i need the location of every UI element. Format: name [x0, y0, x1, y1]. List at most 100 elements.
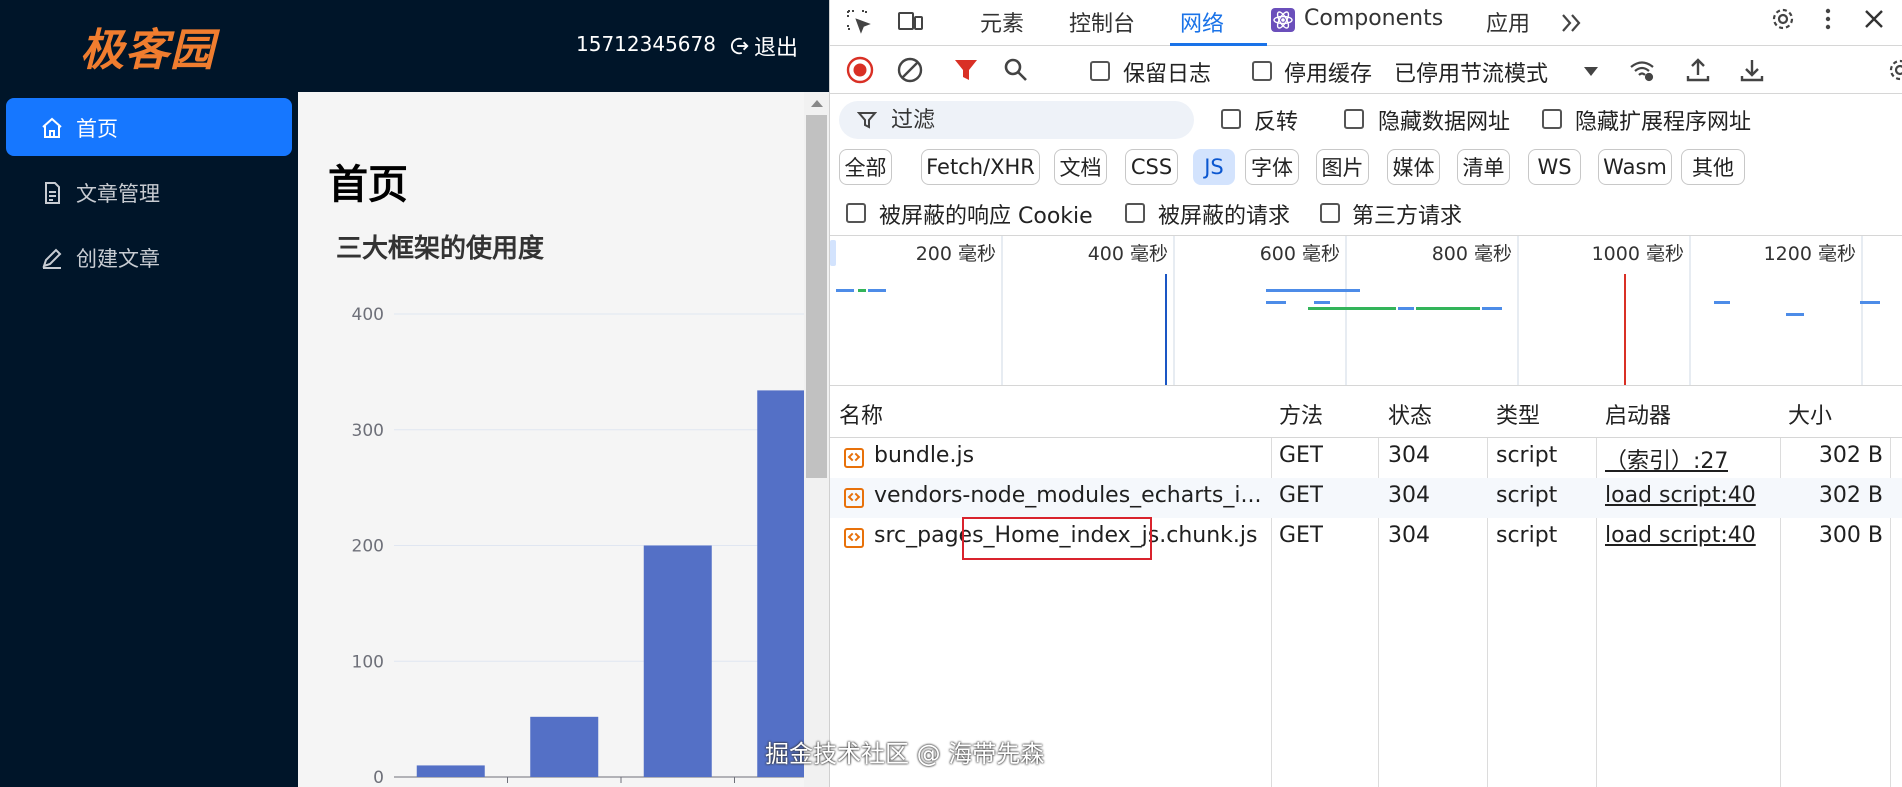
invert-label: 反转: [1254, 110, 1299, 135]
timeline-label: 800 毫秒: [1432, 243, 1512, 265]
request-type: script: [1496, 483, 1558, 508]
type-filter-font[interactable]: 字体: [1245, 149, 1299, 185]
sidebar-item-label: 文章管理: [76, 182, 160, 206]
type-filter-other[interactable]: 其他: [1681, 149, 1745, 185]
request-name: bundle.js: [874, 443, 975, 468]
column-header-status[interactable]: 状态: [1388, 398, 1432, 430]
filter-box[interactable]: [839, 101, 1194, 139]
throttling-dropdown-arrow-icon[interactable]: [1584, 67, 1598, 76]
timeline-label: 200 毫秒: [916, 243, 996, 265]
invert-checkbox[interactable]: [1221, 109, 1241, 129]
request-status: 304: [1388, 523, 1430, 548]
disable-cache-checkbox[interactable]: [1252, 61, 1272, 81]
y-tick-label: 300: [352, 421, 384, 441]
throttling-select[interactable]: 已停用节流模式: [1394, 56, 1548, 88]
column-header-initiator[interactable]: 启动器: [1605, 398, 1671, 430]
hide-extension-urls-label: 隐藏扩展程序网址: [1575, 110, 1752, 135]
hide-data-urls-checkbox[interactable]: [1344, 109, 1364, 129]
sidebar: 首页 文章管理 创建文章: [0, 92, 298, 787]
type-filter-manifest[interactable]: 清单: [1457, 149, 1510, 185]
app-window: 极客园 15712345678 退出 首页 文章管理 创建文章 首页 三大框架的…: [0, 0, 829, 787]
import-har-icon[interactable]: [1684, 56, 1712, 84]
filter-funnel-icon[interactable]: [952, 56, 980, 84]
request-initiator-link[interactable]: load script:40: [1605, 483, 1756, 508]
request-initiator-link[interactable]: （索引）:27: [1605, 443, 1728, 475]
table-header: 名称 方法 状态 类型 启动器 大小: [830, 386, 1902, 438]
tab-network[interactable]: 网络: [1180, 6, 1224, 38]
scroll-up-arrow-icon[interactable]: [811, 100, 823, 107]
type-filter-ws[interactable]: WS: [1528, 149, 1581, 185]
type-filter-css[interactable]: CSS: [1125, 149, 1178, 185]
request-type: script: [1496, 443, 1558, 468]
app-logo[interactable]: 极客园: [80, 14, 215, 78]
type-filter-media[interactable]: 媒体: [1387, 149, 1440, 185]
preserve-log-checkbox[interactable]: [1090, 61, 1110, 81]
timeline-label: 1000 毫秒: [1592, 243, 1684, 265]
tab-elements[interactable]: 元素: [980, 6, 1024, 38]
timeline-selection-handle[interactable]: [830, 240, 836, 266]
type-filter-fetch-xhr[interactable]: Fetch/XHR: [921, 149, 1040, 185]
type-filter-img[interactable]: 图片: [1316, 149, 1369, 185]
blocked-requests-checkbox[interactable]: [1125, 203, 1145, 223]
chart-bar[interactable]: [416, 765, 485, 777]
logout-label: 退出: [754, 36, 799, 61]
network-timeline-overview[interactable]: 200 毫秒 400 毫秒 600 毫秒 800 毫秒 1000 毫秒 1200…: [830, 236, 1902, 386]
type-filter-all[interactable]: 全部: [839, 149, 892, 185]
third-party-checkbox[interactable]: [1320, 203, 1340, 223]
main-content: 首页 三大框架的使用度 0 100 200 300 400: [298, 92, 804, 787]
settings-gear-icon[interactable]: [1769, 5, 1797, 33]
resource-type-filters: 全部 Fetch/XHR 文档 CSS JS 字体 图片 媒体 清单 WS Wa…: [830, 146, 1902, 188]
user-phone: 15712345678: [576, 32, 716, 56]
edit-icon: [42, 248, 62, 269]
document-icon: [45, 182, 60, 204]
content-scrollbar[interactable]: [804, 92, 829, 787]
close-icon[interactable]: [1860, 5, 1888, 33]
chart-bar[interactable]: [757, 390, 804, 777]
timeline-label: 600 毫秒: [1260, 243, 1340, 265]
logout-button[interactable]: 退出: [728, 30, 798, 62]
disable-cache-label: 停用缓存: [1284, 62, 1373, 87]
column-header-type[interactable]: 类型: [1496, 398, 1540, 430]
inspect-element-icon[interactable]: [844, 7, 872, 35]
search-icon[interactable]: [1002, 56, 1030, 84]
request-initiator-link[interactable]: load script:40: [1605, 523, 1756, 548]
network-toolbar: 保留日志 停用缓存 已停用节流模式: [830, 46, 1902, 94]
bar-chart: 0 100 200 300 400: [352, 305, 804, 787]
column-header-size[interactable]: 大小: [1788, 398, 1832, 430]
type-filter-js[interactable]: JS: [1193, 149, 1235, 185]
devtools-tab-bar: 元素 控制台 网络 Components 应用: [830, 0, 1902, 46]
network-conditions-icon[interactable]: [1628, 56, 1656, 84]
tab-console[interactable]: 控制台: [1069, 6, 1135, 38]
device-toolbar-icon[interactable]: [896, 7, 924, 35]
export-har-icon[interactable]: [1738, 56, 1766, 84]
clear-icon[interactable]: [896, 56, 924, 84]
filter-funnel-icon: [857, 112, 877, 129]
more-tabs-chevron-icon[interactable]: [1558, 9, 1586, 37]
request-method: GET: [1279, 443, 1324, 468]
sidebar-item-article-manage[interactable]: 文章管理: [6, 163, 292, 221]
hide-extension-urls-checkbox[interactable]: [1542, 109, 1562, 129]
preserve-log-label: 保留日志: [1123, 62, 1212, 87]
more-options-icon[interactable]: [1814, 5, 1842, 33]
network-settings-gear-icon[interactable]: [1886, 56, 1902, 84]
stop-recording-icon[interactable]: [846, 56, 874, 84]
column-header-method[interactable]: 方法: [1279, 398, 1323, 430]
type-filter-doc[interactable]: 文档: [1054, 149, 1107, 185]
y-tick-label: 200: [352, 537, 384, 557]
column-header-name[interactable]: 名称: [839, 398, 883, 430]
tab-application[interactable]: 应用: [1486, 6, 1530, 38]
sidebar-item-home[interactable]: 首页: [6, 98, 292, 156]
sidebar-item-label: 创建文章: [76, 247, 160, 271]
chart-bar[interactable]: [530, 716, 599, 777]
table-row[interactable]: vendors-node_modules_echarts_i... GET 30…: [830, 478, 1902, 518]
blocked-cookies-checkbox[interactable]: [846, 203, 866, 223]
table-row[interactable]: bundle.js GET 304 script （索引）:27 302 B: [830, 438, 1902, 478]
script-file-icon: [844, 448, 864, 468]
filter-input[interactable]: [891, 106, 1181, 134]
blocked-requests-label: 被屏蔽的请求: [1158, 204, 1291, 229]
type-filter-wasm[interactable]: Wasm: [1598, 149, 1672, 185]
tab-components[interactable]: Components: [1304, 6, 1443, 31]
chart-bar[interactable]: [643, 545, 712, 778]
sidebar-item-create-article[interactable]: 创建文章: [6, 228, 292, 286]
scroll-thumb[interactable]: [806, 115, 827, 478]
